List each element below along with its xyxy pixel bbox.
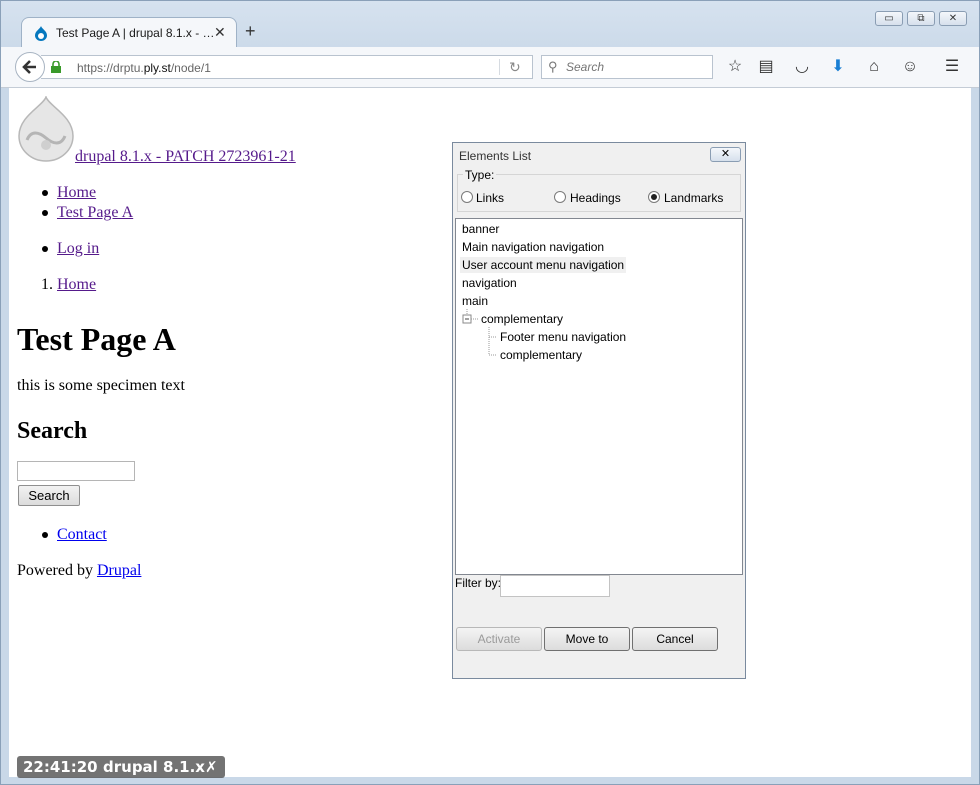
filter-label: Filter by: xyxy=(455,576,502,590)
lock-icon xyxy=(51,61,61,73)
site-search-button[interactable]: Search xyxy=(18,485,80,506)
download-icon[interactable]: ⬇ xyxy=(828,57,848,77)
radio-headings-label[interactable]: Headings xyxy=(570,191,621,205)
drupal-favicon-icon xyxy=(35,26,47,41)
dialog-close-button[interactable]: ✕ xyxy=(710,147,741,162)
tree-item[interactable]: navigation xyxy=(460,275,519,291)
url-separator xyxy=(499,59,500,75)
browser-tab[interactable]: Test Page A | drupal 8.1.x - … ✕ xyxy=(21,17,237,48)
back-button[interactable] xyxy=(15,52,45,82)
site-name-link[interactable]: drupal 8.1.x - PATCH 2723961-21 xyxy=(75,148,296,166)
nav-link-test-page-a[interactable]: Test Page A xyxy=(57,204,133,222)
tree-item[interactable]: complementary xyxy=(479,311,565,327)
status-close-icon[interactable]: ✗ xyxy=(205,758,218,776)
bullet xyxy=(42,190,48,196)
page-title: Test Page A xyxy=(17,321,176,357)
search-bar[interactable]: ⚲ xyxy=(541,55,713,79)
nav-link-home[interactable]: Home xyxy=(57,184,96,202)
drupal-link[interactable]: Drupal xyxy=(97,562,141,579)
url-bar[interactable]: https://drptu.ply.st/node/1 ↻ xyxy=(41,55,533,79)
url-text: https://drptu.ply.st/node/1 xyxy=(77,61,211,75)
bullet xyxy=(42,532,48,538)
nav-toolbar: https://drptu.ply.st/node/1 ↻ ⚲ ☆ ▤ ◡ ⬇ … xyxy=(1,47,979,88)
drupal-logo-icon xyxy=(18,96,74,162)
browser-window: Test Page A | drupal 8.1.x - … ✕ + ▭ ⧉ ✕… xyxy=(0,0,980,785)
breadcrumb-home-link[interactable]: Home xyxy=(57,276,96,294)
move-to-button[interactable]: Move to xyxy=(544,627,630,651)
tree-item[interactable]: complementary xyxy=(498,347,584,363)
radio-links-label[interactable]: Links xyxy=(476,191,504,205)
tree-item[interactable]: Main navigation navigation xyxy=(460,239,606,255)
minimize-button[interactable]: ▭ xyxy=(875,11,903,26)
radio-landmarks-label[interactable]: Landmarks xyxy=(664,191,723,205)
tab-close-icon[interactable]: ✕ xyxy=(214,24,226,41)
powered-by: Powered by Drupal xyxy=(17,562,142,579)
browser-search-input[interactable] xyxy=(564,59,708,75)
activate-button[interactable]: Activate xyxy=(456,627,542,651)
site-search-input[interactable] xyxy=(17,461,135,481)
status-overlay: 22:41:20 drupal 8.1.x ✗ xyxy=(17,756,225,778)
new-tab-icon[interactable]: + xyxy=(245,21,256,42)
bookmark-star-icon[interactable]: ☆ xyxy=(725,57,745,77)
title-bar: Test Page A | drupal 8.1.x - … ✕ + ▭ ⧉ ✕ xyxy=(1,1,979,48)
chat-icon[interactable]: ☺ xyxy=(900,57,920,77)
site-home-link[interactable]: drupal 8.1.x - PATCH 2723961-21 xyxy=(17,96,317,166)
reading-list-icon[interactable]: ▤ xyxy=(756,57,776,77)
type-legend: Type: xyxy=(463,168,497,182)
cancel-button[interactable]: Cancel xyxy=(632,627,718,651)
status-label: drupal 8.1.x xyxy=(103,758,205,776)
filter-input[interactable] xyxy=(500,575,610,597)
elements-list-dialog: Elements List ✕ Type: Links Headings Lan… xyxy=(452,142,746,679)
login-link[interactable]: Log in xyxy=(57,240,99,258)
radio-landmarks[interactable] xyxy=(648,191,660,203)
tab-title: Test Page A | drupal 8.1.x - … xyxy=(56,26,215,40)
close-window-button[interactable]: ✕ xyxy=(939,11,967,26)
body-text: this is some specimen text xyxy=(17,377,185,394)
home-icon[interactable]: ⌂ xyxy=(864,57,884,77)
breadcrumb-number: 1. xyxy=(41,276,53,293)
bullet xyxy=(42,210,48,216)
tree-item[interactable]: banner xyxy=(460,221,501,237)
search-heading: Search xyxy=(17,418,88,444)
tree-item[interactable]: main xyxy=(460,293,490,309)
search-icon: ⚲ xyxy=(548,59,558,74)
dialog-title: Elements List xyxy=(459,149,532,163)
restore-button[interactable]: ⧉ xyxy=(907,11,935,26)
radio-headings[interactable] xyxy=(554,191,566,203)
menu-hamburger-icon[interactable]: ☰ xyxy=(942,57,962,77)
bullet xyxy=(42,246,48,252)
tree-item-selected[interactable]: User account menu navigation xyxy=(460,257,627,273)
tree-item[interactable]: Footer menu navigation xyxy=(498,329,628,345)
status-time: 22:41:20 xyxy=(23,758,98,776)
reload-icon[interactable]: ↻ xyxy=(509,59,521,76)
contact-link[interactable]: Contact xyxy=(57,526,107,544)
landmarks-tree[interactable]: banner Main navigation navigation User a… xyxy=(455,218,743,575)
radio-links[interactable] xyxy=(461,191,473,203)
pocket-icon[interactable]: ◡ xyxy=(792,57,812,77)
back-arrow-icon xyxy=(22,60,36,74)
